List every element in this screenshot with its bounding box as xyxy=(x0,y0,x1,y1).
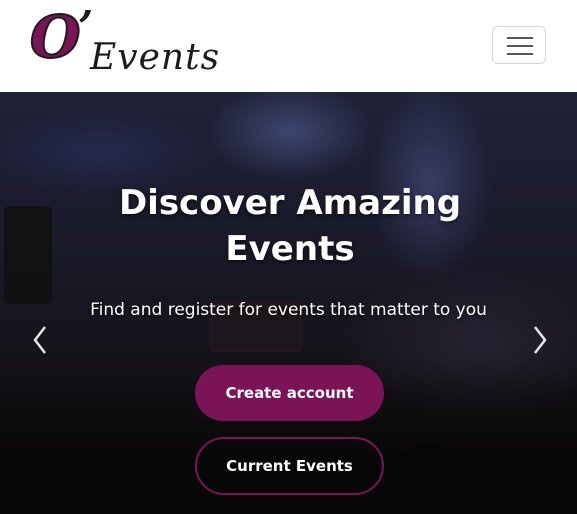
hero-title: Discover Amazing Events xyxy=(118,183,462,269)
navbar: O ’ Events xyxy=(0,0,577,92)
logo-events-text: Events xyxy=(90,37,221,78)
brand-logo[interactable]: O ’ Events xyxy=(29,3,219,88)
create-account-button[interactable]: Create account xyxy=(195,365,384,421)
chevron-right-icon xyxy=(534,326,547,354)
logo-o: O xyxy=(29,3,82,71)
current-events-button[interactable]: Current Events xyxy=(195,437,384,495)
chevron-left-icon xyxy=(33,326,46,354)
hero-carousel: Discover Amazing Events Find and registe… xyxy=(0,92,577,514)
carousel-prev-button[interactable] xyxy=(26,322,56,358)
carousel-next-button[interactable] xyxy=(524,322,554,358)
hero-subtitle: Find and register for events that matter… xyxy=(90,300,487,320)
navbar-toggler-button[interactable] xyxy=(492,26,546,64)
hamburger-icon xyxy=(507,37,533,39)
